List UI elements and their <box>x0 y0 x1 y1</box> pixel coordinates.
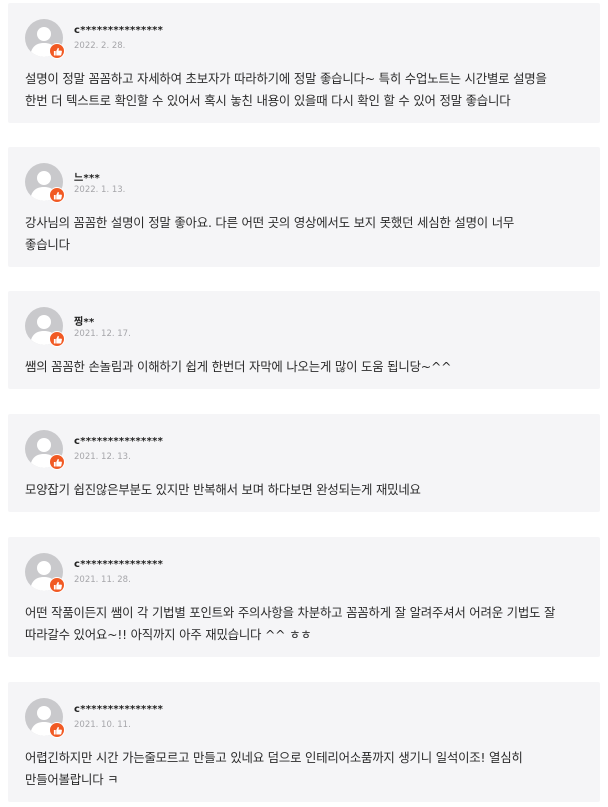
thumbs-up-icon <box>49 43 65 59</box>
thumbs-up-icon <box>49 577 65 593</box>
review-card: 느*** 2022. 1. 13. 강사님의 꼼꼼한 설명이 정말 좋아요. 다… <box>8 147 600 267</box>
review-text: 어렵긴하지만 시간 가는줄모르고 만들고 있네요 덤으로 인테리어소품까지 생기… <box>25 750 523 787</box>
thumbs-up-icon <box>49 722 65 738</box>
review-card: c*************** 2021. 10. 11. 어렵긴하지만 시간… <box>8 682 600 802</box>
review-card: c*************** 2021. 11. 28. 어떤 작품이든지 … <box>8 537 600 657</box>
review-card: 찡** 2021. 12. 17. 쌤의 꼼꼼한 손놀림과 이해하기 쉽게 한번… <box>8 291 600 389</box>
review-card: c*************** 2021. 12. 13. 모양잡기 쉽진않은… <box>8 414 600 512</box>
review-date: 2021. 12. 17. <box>74 329 131 339</box>
thumbs-up-icon <box>49 454 65 470</box>
reviewer-name: c*************** <box>74 436 164 447</box>
review-date: 2022. 1. 13. <box>74 185 126 195</box>
review-date: 2021. 10. 11. <box>74 720 131 730</box>
review-date: 2022. 2. 28. <box>74 41 126 51</box>
review-list: c*************** 2022. 2. 28. 설명이 정말 꼼꼼하… <box>0 0 608 807</box>
reviewer-name: 찡** <box>74 317 95 328</box>
review-text: 설명이 정말 꼼꼼하고 자세하여 초보자가 따라하기에 정말 좋습니다~ 특히 … <box>25 71 547 108</box>
reviewer-name: c*************** <box>74 704 164 715</box>
reviewer-name: c*************** <box>74 25 164 36</box>
review-date: 2021. 12. 13. <box>74 452 131 462</box>
review-card: c*************** 2022. 2. 28. 설명이 정말 꼼꼼하… <box>8 3 600 123</box>
review-text: 모양잡기 쉽진않은부분도 있지만 반복해서 보며 하다보면 완성되는게 재밌네요 <box>25 482 421 497</box>
review-text: 강사님의 꼼꼼한 설명이 정말 좋아요. 다른 어떤 곳의 영상에서도 보지 못… <box>25 215 515 252</box>
thumbs-up-icon <box>49 187 65 203</box>
thumbs-up-icon <box>49 331 65 347</box>
review-text: 쌤의 꼼꼼한 손놀림과 이해하기 쉽게 한번더 자막에 나오는게 많이 도움 됩… <box>25 359 452 374</box>
review-text: 어떤 작품이든지 쌤이 각 기법별 포인트와 주의사항을 차분하고 꼼꼼하게 잘… <box>25 605 556 642</box>
review-date: 2021. 11. 28. <box>74 575 131 585</box>
reviewer-name: 느*** <box>74 173 101 184</box>
reviewer-name: c*************** <box>74 559 164 570</box>
